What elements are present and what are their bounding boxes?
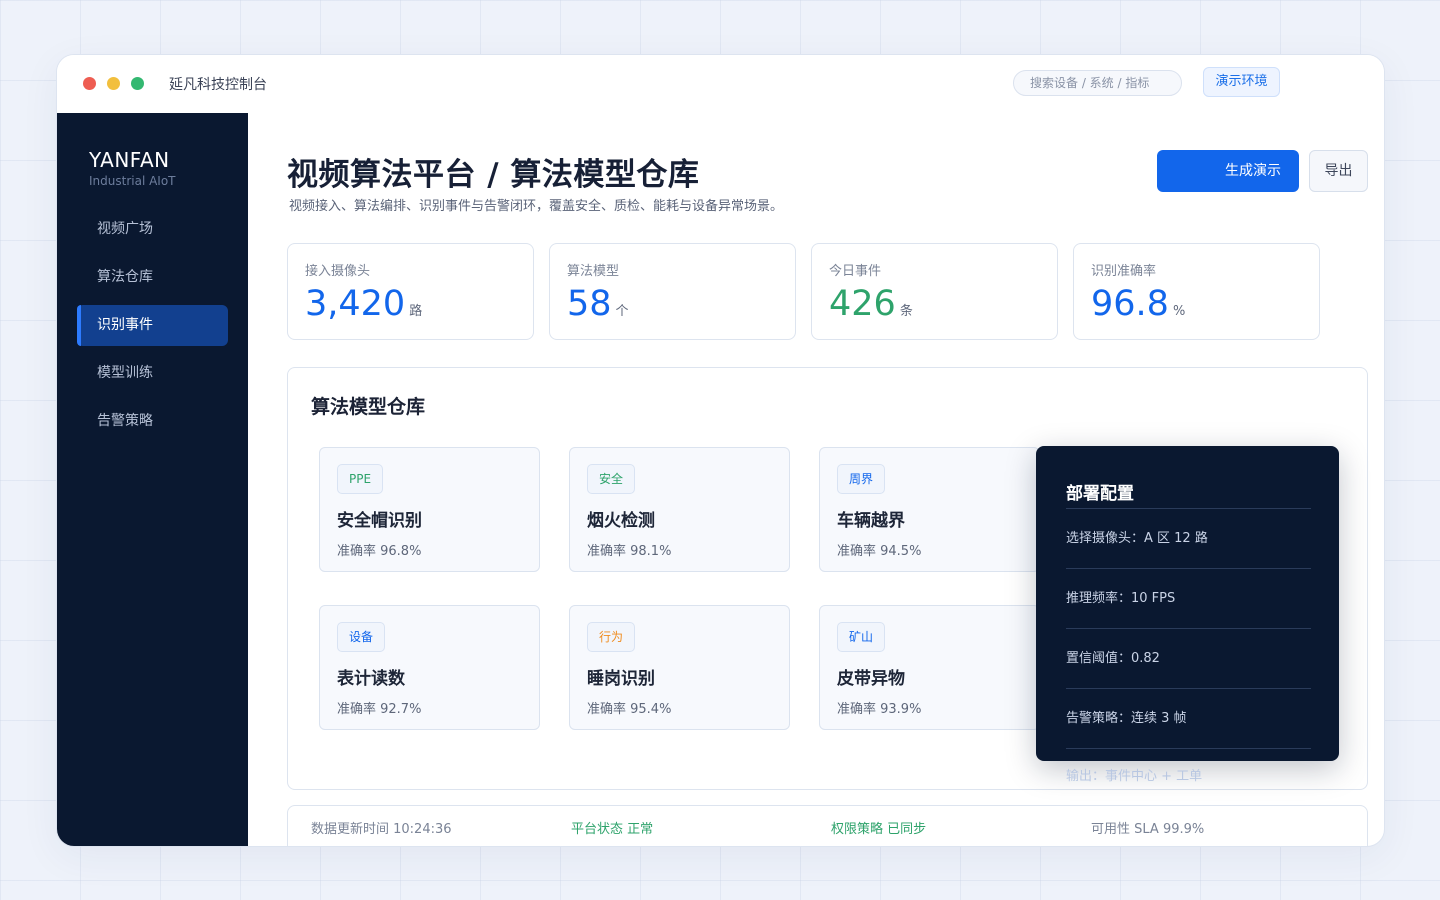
page-title: 视频算法平台 / 算法模型仓库 <box>287 157 700 193</box>
deploy-row-alert-policy[interactable]: 告警策略：连续 3 帧 <box>1066 707 1187 726</box>
deploy-row-camera[interactable]: 选择摄像头：A 区 12 路 <box>1066 527 1208 546</box>
deploy-config-panel: 部署配置 选择摄像头：A 区 12 路 推理频率：10 FPS 置信阈值：0.8… <box>1036 446 1339 761</box>
stat-card-models: 算法模型 58 个 <box>549 243 796 340</box>
model-accuracy: 准确率 93.9% <box>837 702 922 717</box>
sidebar-item-alert-policy[interactable]: 告警策略 <box>77 401 228 442</box>
app-title: 延凡科技控制台 <box>169 77 267 93</box>
permission-status: 权限策略 已同步 <box>831 822 927 837</box>
sla-availability: 可用性 SLA 99.9% <box>1091 822 1205 837</box>
model-name: 表计读数 <box>337 669 405 689</box>
stat-value: 58 <box>567 284 612 324</box>
model-card-helmet[interactable]: PPE 安全帽识别 准确率 96.8% <box>319 447 540 572</box>
divider <box>1066 508 1311 509</box>
sidebar-item-video-square[interactable]: 视频广场 <box>77 209 228 250</box>
title-bar: 延凡科技控制台 搜索设备 / 系统 / 指标 演示环境 <box>57 55 1384 113</box>
maximize-window-button[interactable] <box>131 77 144 90</box>
stat-card-accuracy: 识别准确率 96.8% <box>1073 243 1320 340</box>
model-card-belt-foreign-object[interactable]: 矿山 皮带异物 准确率 93.9% <box>819 605 1040 730</box>
deploy-row-output: 输出：事件中心 + 工单 <box>1066 769 1203 784</box>
model-name: 皮带异物 <box>837 669 905 689</box>
stat-card-events: 今日事件 426 条 <box>811 243 1058 340</box>
model-tag: 设备 <box>337 622 386 652</box>
deploy-row-threshold[interactable]: 置信阈值：0.82 <box>1066 647 1160 666</box>
model-name: 烟火检测 <box>587 511 655 531</box>
stat-label: 接入摄像头 <box>305 264 371 279</box>
stat-card-cameras: 接入摄像头 3,420 路 <box>287 243 534 340</box>
model-card-meter-reading[interactable]: 设备 表计读数 准确率 92.7% <box>319 605 540 730</box>
stat-label: 算法模型 <box>567 264 620 279</box>
generate-demo-button[interactable]: 生成演示 <box>1157 150 1299 192</box>
model-card-smoke-fire[interactable]: 安全 烟火检测 准确率 98.1% <box>569 447 790 572</box>
model-tag: 矿山 <box>837 622 886 652</box>
minimize-window-button[interactable] <box>107 77 120 90</box>
stat-label: 识别准确率 <box>1091 264 1157 279</box>
model-accuracy: 准确率 96.8% <box>337 544 422 559</box>
panel-title: 算法模型仓库 <box>311 396 426 418</box>
model-tag: 周界 <box>837 464 886 494</box>
model-card-sleep-on-duty[interactable]: 行为 睡岗识别 准确率 95.4% <box>569 605 790 730</box>
stat-value: 96.8 <box>1091 284 1169 324</box>
stat-label: 今日事件 <box>829 264 882 279</box>
sidebar-item-recognition-events[interactable]: 识别事件 <box>77 305 228 346</box>
model-name: 车辆越界 <box>837 511 905 531</box>
page-subtitle: 视频接入、算法编排、识别事件与告警闭环，覆盖安全、质检、能耗与设备异常场景。 <box>289 199 784 214</box>
model-name: 睡岗识别 <box>587 669 655 689</box>
model-card-vehicle-crossing[interactable]: 周界 车辆越界 准确率 94.5% <box>819 447 1040 572</box>
stat-unit: % <box>1172 304 1186 319</box>
model-accuracy: 准确率 94.5% <box>837 544 922 559</box>
data-updated-time: 数据更新时间 10:24:36 <box>311 822 452 837</box>
sidebar-item-algorithm-repo[interactable]: 算法仓库 <box>77 257 228 298</box>
stat-unit: 条 <box>899 304 913 319</box>
model-tag: PPE <box>337 464 384 494</box>
stat-value: 3,420 <box>305 284 406 324</box>
close-window-button[interactable] <box>83 77 96 90</box>
divider <box>1066 688 1311 689</box>
brand-logo: YANFAN <box>89 148 170 172</box>
model-accuracy: 准确率 95.4% <box>587 702 672 717</box>
brand-subtitle: Industrial AIoT <box>89 174 176 188</box>
model-name: 安全帽识别 <box>337 511 422 531</box>
deploy-title: 部署配置 <box>1066 484 1134 504</box>
environment-badge[interactable]: 演示环境 <box>1203 67 1280 97</box>
sidebar-item-model-training[interactable]: 模型训练 <box>77 353 228 394</box>
model-tag: 安全 <box>587 464 636 494</box>
platform-status: 平台状态 正常 <box>571 822 654 837</box>
model-accuracy: 准确率 92.7% <box>337 702 422 717</box>
search-input[interactable]: 搜索设备 / 系统 / 指标 <box>1013 70 1182 96</box>
sidebar-nav: 视频广场 算法仓库 识别事件 模型训练 告警策略 <box>77 209 228 449</box>
sidebar: YANFAN Industrial AIoT 视频广场 算法仓库 识别事件 模型… <box>57 113 248 846</box>
model-tag: 行为 <box>587 622 636 652</box>
status-bar: 数据更新时间 10:24:36 平台状态 正常 权限策略 已同步 可用性 SLA… <box>287 805 1368 846</box>
model-accuracy: 准确率 98.1% <box>587 544 672 559</box>
stat-value: 426 <box>829 284 896 324</box>
divider <box>1066 628 1311 629</box>
deploy-row-fps[interactable]: 推理频率：10 FPS <box>1066 587 1175 606</box>
stat-unit: 个 <box>615 304 629 319</box>
export-button[interactable]: 导出 <box>1309 150 1368 192</box>
stat-unit: 路 <box>409 304 423 319</box>
divider <box>1066 748 1311 749</box>
divider <box>1066 568 1311 569</box>
